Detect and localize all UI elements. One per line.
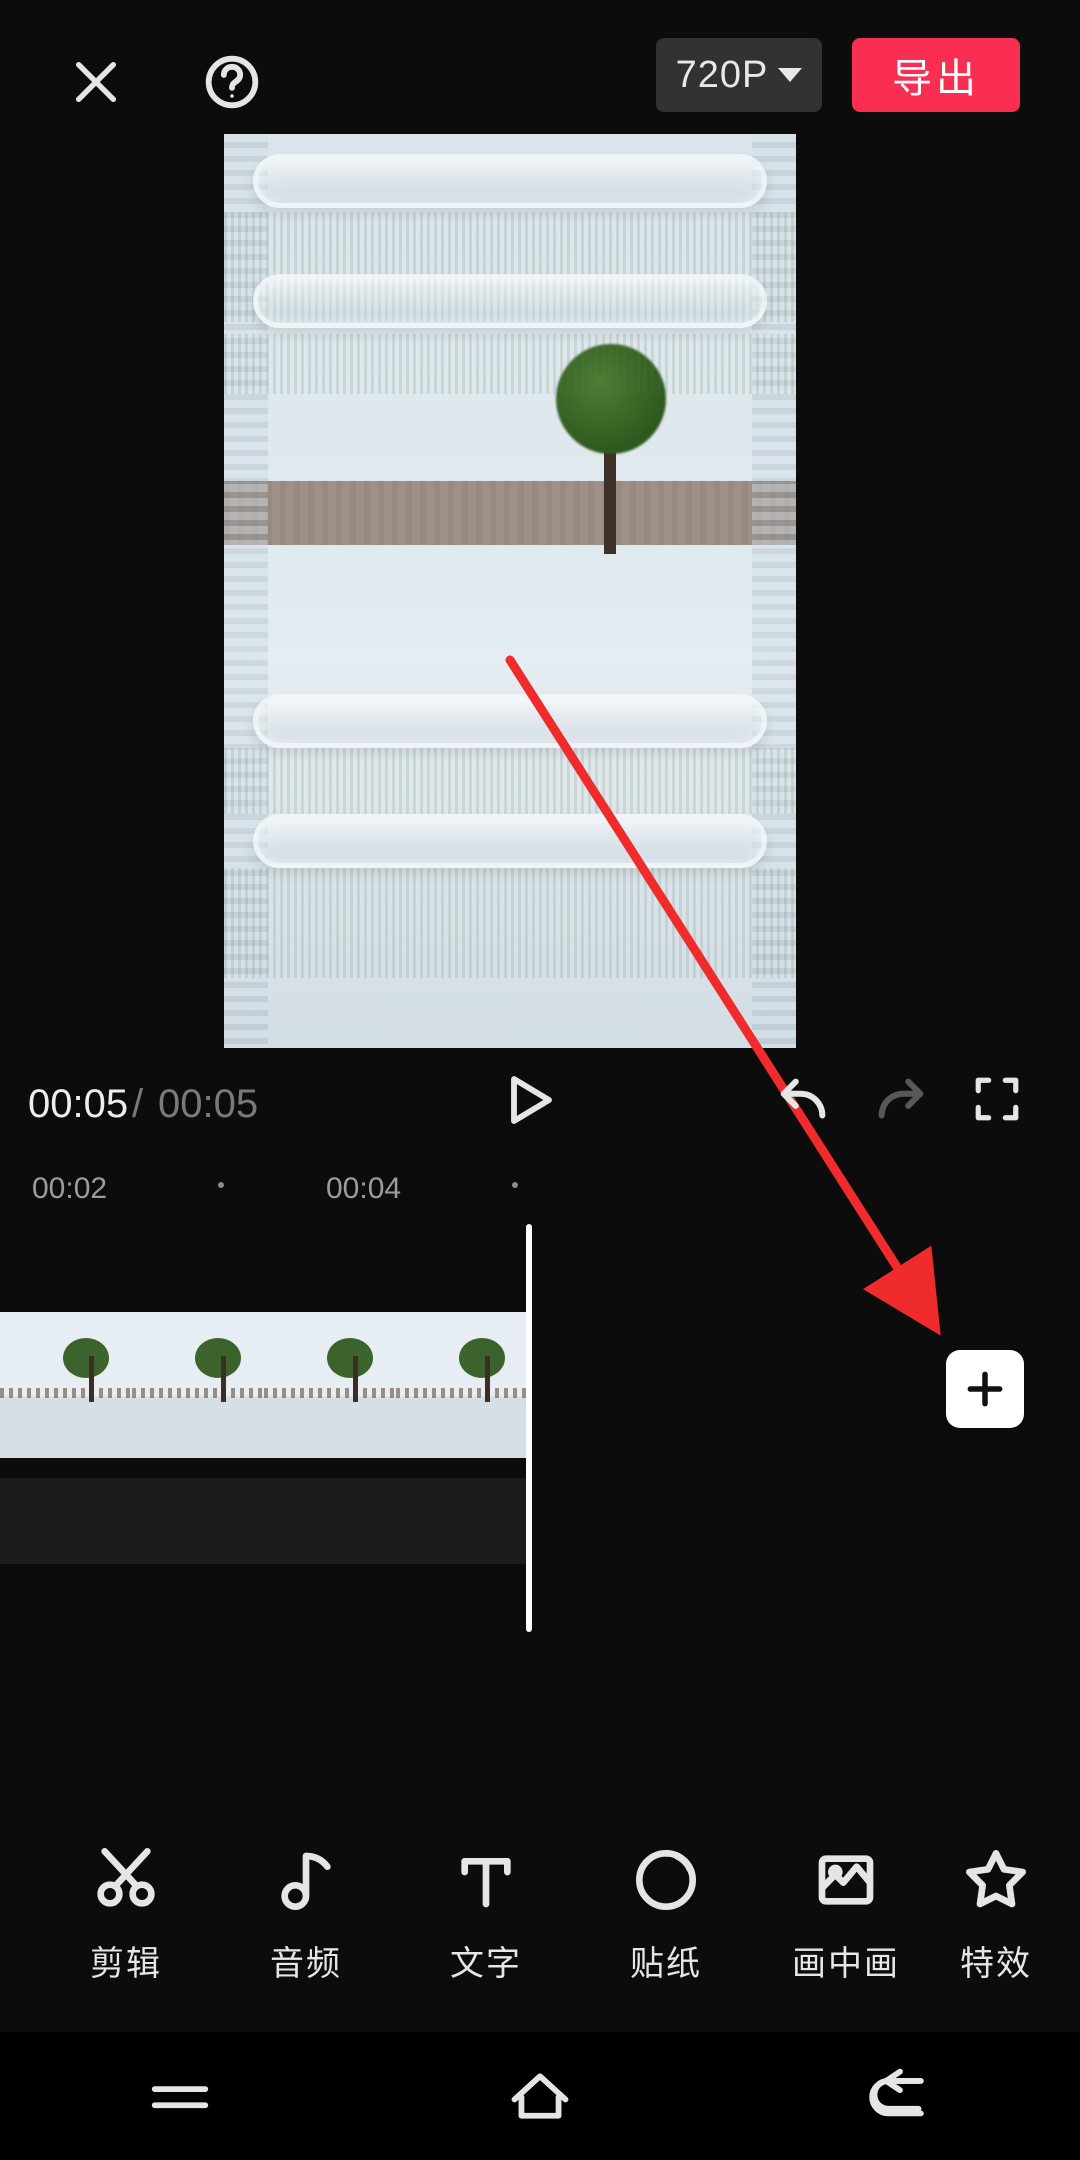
preview-effect	[253, 694, 768, 748]
nav-menu-button[interactable]	[105, 2056, 255, 2136]
video-preview[interactable]	[224, 134, 796, 1048]
timeline-ruler[interactable]: 00:02 00:04	[0, 1166, 1080, 1220]
export-button[interactable]: 导出	[852, 38, 1020, 112]
home-icon	[501, 2067, 579, 2125]
tool-pip[interactable]: 画中画	[756, 1812, 936, 2022]
time-duration: 00:05	[158, 1082, 258, 1127]
chevron-down-icon	[778, 68, 802, 82]
back-icon	[861, 2067, 939, 2125]
system-nav	[0, 2032, 1080, 2160]
close-icon	[70, 56, 122, 108]
resolution-label: 720P	[676, 54, 769, 97]
preview-effect	[224, 868, 796, 978]
tool-label: 剪辑	[90, 1936, 162, 1985]
toolbar: 剪辑 音频 文字 贴纸 画中画	[0, 1812, 1080, 2022]
clip-thumbnail	[132, 1312, 264, 1458]
play-button[interactable]	[500, 1072, 562, 1134]
tool-text[interactable]: 文字	[396, 1812, 576, 2022]
resolution-button[interactable]: 720P	[656, 38, 822, 112]
tool-cut[interactable]: 剪辑	[36, 1812, 216, 2022]
fullscreen-button[interactable]	[972, 1074, 1030, 1132]
ruler-label: 00:02	[32, 1172, 107, 1206]
play-icon	[500, 1072, 556, 1128]
clip-thumbnail	[0, 1312, 132, 1458]
ruler-dot	[218, 1182, 224, 1188]
close-button[interactable]	[60, 46, 132, 118]
tool-audio[interactable]: 音频	[216, 1812, 396, 2022]
clip-thumbnail	[264, 1312, 396, 1458]
tool-label: 音频	[270, 1936, 342, 1985]
redo-icon	[872, 1072, 930, 1130]
add-clip-button[interactable]	[946, 1350, 1024, 1428]
preview-effect	[253, 274, 768, 328]
tool-fx[interactable]: 特效	[936, 1812, 1056, 2022]
scissors-icon	[94, 1846, 158, 1910]
nav-home-button[interactable]	[465, 2056, 615, 2136]
tool-label: 文字	[450, 1936, 522, 1985]
time-current: 00:05	[28, 1082, 128, 1127]
undo-button[interactable]	[774, 1072, 836, 1134]
ruler-dot	[512, 1182, 518, 1188]
tool-label: 贴纸	[630, 1936, 702, 1985]
menu-icon	[145, 2073, 215, 2119]
tool-label: 特效	[960, 1936, 1032, 1985]
tool-sticker[interactable]: 贴纸	[576, 1812, 756, 2022]
playhead[interactable]	[526, 1224, 532, 1632]
time-separator: /	[132, 1082, 143, 1127]
star-icon	[964, 1848, 1028, 1912]
audio-track[interactable]	[0, 1478, 530, 1564]
tool-label: 画中画	[792, 1936, 900, 1985]
ruler-label: 00:04	[326, 1172, 401, 1206]
preview-effect	[253, 154, 768, 208]
help-icon	[204, 54, 260, 110]
sticker-icon	[634, 1848, 698, 1912]
plus-icon	[963, 1367, 1007, 1411]
preview-scene	[224, 481, 796, 545]
video-track[interactable]	[0, 1312, 530, 1458]
picture-in-picture-icon	[814, 1848, 878, 1912]
preview-effect	[253, 814, 768, 868]
text-t-icon	[454, 1848, 518, 1912]
nav-back-button[interactable]	[825, 2056, 975, 2136]
preview-effect	[224, 748, 796, 814]
undo-icon	[774, 1072, 832, 1130]
help-button[interactable]	[196, 46, 268, 118]
redo-button	[872, 1072, 934, 1134]
preview-effect	[224, 334, 796, 394]
clip-thumbnail	[396, 1312, 528, 1458]
export-label: 导出	[892, 46, 980, 104]
music-note-icon	[274, 1848, 338, 1912]
fullscreen-icon	[972, 1074, 1022, 1124]
